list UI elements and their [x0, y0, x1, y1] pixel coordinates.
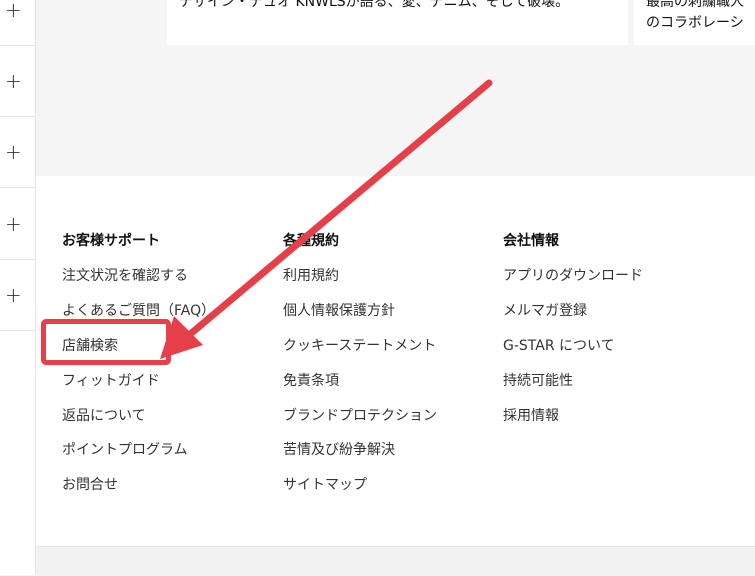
article-card[interactable]: 最高の刺繍職人 のコラボレーシ — [634, 0, 755, 45]
footer-link-newsletter[interactable]: メルマガ登録 — [503, 300, 587, 320]
footer-link-sustainability[interactable]: 持続可能性 — [503, 370, 573, 390]
article-card[interactable]: デザイン・デュオ KNWLSが語る、愛、デニム、そして破壊。 — [167, 0, 628, 45]
footer-link-terms-of-use[interactable]: 利用規約 — [283, 265, 339, 285]
footer-link-brand-protection[interactable]: ブランドプロテクション — [283, 405, 437, 425]
footer-link-order-status[interactable]: 注文状況を確認する — [62, 265, 188, 285]
footer-link-fit-guide[interactable]: フィットガイド — [62, 370, 160, 390]
footer-column-company: 会社情報 アプリのダウンロード メルマガ登録 G-STAR について 持続可能性… — [503, 230, 643, 424]
footer-link-sitemap[interactable]: サイトマップ — [283, 474, 367, 494]
footer-column-terms: 各種規約 利用規約 個人情報保護方針 クッキーステートメント 免責条項 ブランド… — [283, 230, 437, 493]
footer-link-careers[interactable]: 採用情報 — [503, 405, 559, 425]
footer-link-store-locator[interactable]: 店舗検索 — [62, 335, 118, 355]
article-card-text: のコラボレーシ — [646, 15, 744, 31]
footer-link-privacy[interactable]: 個人情報保護方針 — [283, 300, 395, 320]
footer-column-heading: お客様サポート — [62, 233, 160, 249]
footer-link-about-gstar[interactable]: G-STAR について — [503, 335, 615, 355]
footer-link-app-download[interactable]: アプリのダウンロード — [503, 265, 643, 285]
footer-bottom-bar — [36, 546, 755, 576]
footer-column-heading: 会社情報 — [503, 233, 559, 249]
footer-link-faq[interactable]: よくあるご質問（FAQ） — [62, 300, 215, 320]
expand-plus-icon[interactable]: + — [0, 260, 35, 331]
accordion-rail: + + + + + — [0, 0, 36, 575]
footer-column-support: お客様サポート 注文状況を確認する よくあるご質問（FAQ） 店舗検索 フィット… — [62, 230, 215, 493]
expand-plus-icon[interactable]: + — [0, 189, 35, 260]
footer-link-complaints[interactable]: 苦情及び紛争解決 — [283, 439, 395, 459]
footer-link-points[interactable]: ポイントプログラム — [62, 439, 188, 459]
article-card-text: デザイン・デュオ KNWLSが語る、愛、デニム、そして破壊。 — [179, 0, 570, 10]
article-card-text: 最高の刺繍職人 — [646, 0, 744, 10]
footer-link-contact[interactable]: お問合せ — [62, 474, 118, 494]
footer-link-cookies[interactable]: クッキーステートメント — [283, 335, 436, 355]
footer-link-returns[interactable]: 返品について — [62, 405, 146, 425]
expand-plus-icon[interactable]: + — [0, 0, 35, 46]
expand-plus-icon[interactable]: + — [0, 117, 35, 188]
footer-link-disclaimer[interactable]: 免責条項 — [283, 370, 339, 390]
footer-column-heading: 各種規約 — [283, 233, 339, 249]
expand-plus-icon[interactable]: + — [0, 46, 35, 117]
